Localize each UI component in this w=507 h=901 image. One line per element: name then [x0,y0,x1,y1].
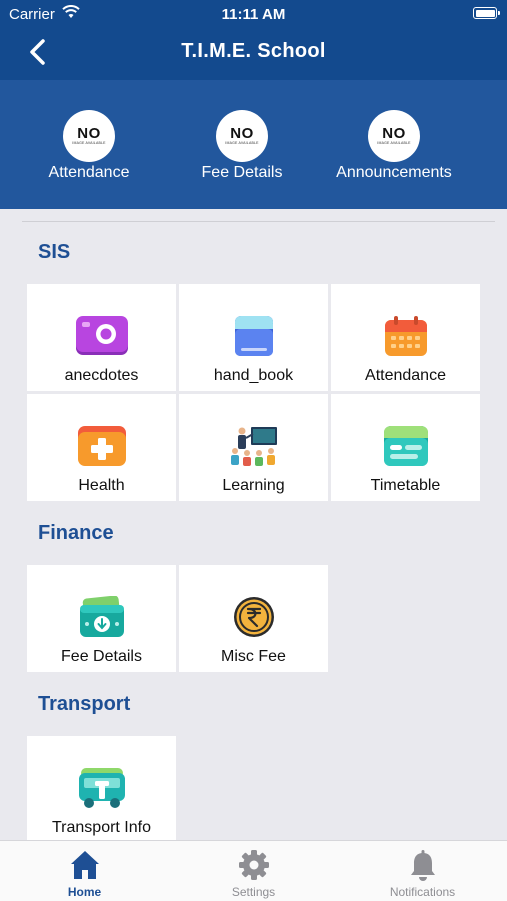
tab-home[interactable]: Home [0,841,169,901]
navigation-bar: Carrier 11:11 AM T.I.M.E. School [0,0,507,80]
tab-settings[interactable]: Settings [169,841,338,901]
tile-attendance[interactable]: Attendance [331,284,480,391]
tile-label: Learning [222,477,285,494]
gear-icon [238,850,269,880]
section-title-transport: Transport [38,693,131,715]
tab-label: Settings [231,885,276,899]
page-title: T.I.M.E. School [181,40,326,62]
tile-misc-fee[interactable]: Misc Fee [179,565,328,672]
tile-timetable[interactable]: Timetable [331,394,480,501]
quick-links-bar: NO IMAGE AVAILABLE Attendance NO IMAGE A… [0,80,507,209]
tile-hand-book[interactable]: hand_book [179,284,328,391]
quick-link-label: Attendance [48,164,130,181]
book-icon [234,316,273,356]
tab-bar: Home Settings Notifications [0,840,507,901]
tile-anecdotes[interactable]: anecdotes [27,284,176,391]
tile-label: Health [78,477,125,494]
tile-label: Fee Details [61,648,142,665]
no-image-placeholder: NO IMAGE AVAILABLE [368,110,420,162]
tab-label: Notifications [389,885,456,899]
quick-link-label: Announcements [336,164,452,181]
section-title-finance: Finance [38,522,114,544]
tab-label: Home [67,885,102,899]
rupee-coin-icon [233,597,274,637]
home-icon [70,851,99,879]
calendar-icon [384,316,427,356]
tile-health[interactable]: Health [27,394,176,501]
tile-transport-info[interactable]: Transport Info [27,736,176,843]
bus-icon [78,768,125,808]
quick-link-attendance[interactable]: NO IMAGE AVAILABLE Attendance [19,110,159,182]
section-title-sis: SIS [38,241,71,263]
classroom-icon [230,427,277,466]
timetable-icon [383,426,428,466]
tile-label: Misc Fee [221,648,286,665]
money-icon [79,596,124,637]
status-bar: Carrier 11:11 AM [0,0,507,28]
quick-link-label: Fee Details [201,164,283,181]
no-image-placeholder: NO IMAGE AVAILABLE [216,110,268,162]
quick-link-fee-details[interactable]: NO IMAGE AVAILABLE Fee Details [172,110,312,182]
first-aid-icon [77,426,126,466]
tile-learning[interactable]: Learning [179,394,328,501]
status-time: 11:11 AM [221,6,286,23]
tile-label: anecdotes [64,367,139,384]
camera-icon [75,316,128,355]
tile-label: Transport Info [51,819,151,836]
tile-fee-details[interactable]: Fee Details [27,565,176,672]
tile-label: Timetable [370,477,441,494]
quick-link-announcements[interactable]: NO IMAGE AVAILABLE Announcements [324,110,464,182]
tile-label: Attendance [365,367,446,384]
tab-notifications[interactable]: Notifications [338,841,507,901]
no-image-placeholder: NO IMAGE AVAILABLE [63,110,115,162]
tile-label: hand_book [213,367,294,384]
battery-icon [473,7,500,19]
divider [22,221,495,222]
bell-icon [410,850,435,881]
